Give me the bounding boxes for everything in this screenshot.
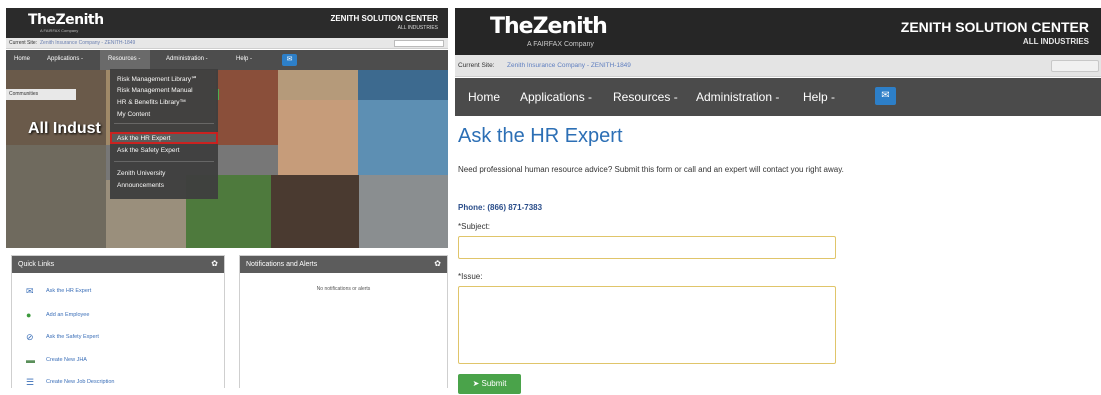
resources-dropdown: Risk Management Library℠ Risk Management… xyxy=(110,69,218,199)
gear-icon[interactable]: ✿ xyxy=(434,259,441,268)
photo-tile xyxy=(358,100,448,175)
current-site-link[interactable]: Zenith Insurance Company - ZENITH-1849 xyxy=(40,40,135,46)
person-icon: ● xyxy=(26,310,32,320)
communities-tag[interactable]: Communities xyxy=(6,89,76,100)
quick-links-title: Quick Links xyxy=(18,261,55,268)
photo-tile xyxy=(359,175,448,248)
jha-icon: ▬ xyxy=(26,355,35,365)
current-site-link[interactable]: Zenith Insurance Company - ZENITH-1849 xyxy=(507,62,631,69)
menu-item-zenith-university[interactable]: Zenith University xyxy=(117,170,165,177)
logo-subtitle: A FAIRFAX Company xyxy=(527,41,594,48)
notifications-empty-text: No notifications or alerts xyxy=(316,286,371,292)
zenith-logo[interactable]: TheZenith xyxy=(28,12,104,28)
right-screenshot: TheZenith A FAIRFAX Company ZENITH SOLUT… xyxy=(455,8,1101,395)
notifications-panel: Notifications and Alerts ✿ No notificati… xyxy=(239,255,448,388)
mail-icon[interactable]: ✉ xyxy=(282,54,297,66)
issue-label: *Issue: xyxy=(458,272,483,281)
solution-center-subtitle: ALL INDUSTRIES xyxy=(1022,37,1089,46)
phone-number: Phone: (866) 871-7383 xyxy=(458,203,543,212)
send-icon: ➤ xyxy=(472,379,482,388)
nav-administration[interactable]: Administration - xyxy=(166,56,208,62)
submit-button[interactable]: ➤ Submit xyxy=(458,374,521,394)
menu-item-announcements[interactable]: Announcements xyxy=(117,182,164,189)
mail-icon[interactable]: ✉ xyxy=(875,87,896,105)
safety-icon: ⊘ xyxy=(26,332,34,342)
current-site-bar: Current Site: Zenith Insurance Company -… xyxy=(455,55,1101,77)
photo-tile xyxy=(278,70,358,100)
subject-label: *Subject: xyxy=(458,222,491,231)
main-nav: Home Applications - Resources - Administ… xyxy=(455,78,1101,116)
nav-resources[interactable]: Resources - xyxy=(108,56,140,62)
left-screenshot: TheZenith A FAIRFAX Company ZENITH SOLUT… xyxy=(6,8,448,388)
menu-item-ask-hr-expert[interactable]: Ask the HR Expert xyxy=(117,135,170,142)
current-site-label: Current Site: xyxy=(458,62,495,69)
mail-icon: ✉ xyxy=(26,286,34,296)
photo-tile xyxy=(216,70,278,145)
nav-home[interactable]: Home xyxy=(14,56,30,62)
quick-links-panel: Quick Links ✿ ✉ Ask the HR Expert ● Add … xyxy=(11,255,225,388)
header-bar: TheZenith A FAIRFAX Company ZENITH SOLUT… xyxy=(6,8,448,38)
quick-link-label[interactable]: Ask the HR Expert xyxy=(46,288,91,294)
solution-center-subtitle: ALL INDUSTRIES xyxy=(397,25,438,31)
solution-center-title: ZENITH SOLUTION CENTER xyxy=(330,14,438,23)
photo-tile xyxy=(278,100,358,175)
header-bar: TheZenith A FAIRFAX Company ZENITH SOLUT… xyxy=(455,8,1101,55)
quick-links-header: Quick Links ✿ xyxy=(12,256,224,273)
menu-item-risk-library[interactable]: Risk Management Library℠ xyxy=(117,75,198,83)
quick-link-label[interactable]: Create New Job Description xyxy=(46,379,114,385)
logo-subtitle: A FAIRFAX Company xyxy=(40,28,79,33)
nav-administration[interactable]: Administration - xyxy=(696,90,779,104)
notifications-title: Notifications and Alerts xyxy=(246,261,318,268)
page-title: Ask the HR Expert xyxy=(458,125,623,147)
zenith-logo[interactable]: TheZenith xyxy=(490,14,608,39)
list-icon: ☰ xyxy=(26,377,35,387)
quick-link-label[interactable]: Ask the Safety Expert xyxy=(46,334,99,340)
nav-help[interactable]: Help - xyxy=(803,90,835,104)
site-search-input[interactable] xyxy=(394,40,444,47)
solution-center-title: ZENITH SOLUTION CENTER xyxy=(900,19,1089,35)
nav-help[interactable]: Help - xyxy=(236,56,252,62)
nav-home[interactable]: Home xyxy=(468,90,500,104)
main-nav: Home Applications - Resources - Administ… xyxy=(6,50,448,70)
subject-input[interactable] xyxy=(458,236,836,259)
menu-item-hr-library[interactable]: HR & Benefits Library™ xyxy=(117,99,186,106)
notifications-header: Notifications and Alerts ✿ xyxy=(240,256,447,273)
current-site-bar: Current Site: Zenith Insurance Company -… xyxy=(6,38,448,49)
quick-link-label[interactable]: Create New JHA xyxy=(46,357,87,363)
gear-icon[interactable]: ✿ xyxy=(211,259,218,268)
photo-tile xyxy=(271,175,359,248)
nav-resources[interactable]: Resources - xyxy=(613,90,678,104)
hero-heading: All Indust xyxy=(28,120,101,137)
menu-divider xyxy=(114,123,214,124)
nav-applications[interactable]: Applications - xyxy=(520,90,592,104)
nav-applications[interactable]: Applications - xyxy=(47,56,83,62)
menu-item-my-content[interactable]: My Content xyxy=(117,111,150,118)
photo-tile xyxy=(358,70,448,100)
site-search-input[interactable] xyxy=(1051,60,1099,72)
menu-item-ask-safety-expert[interactable]: Ask the Safety Expert xyxy=(117,147,180,154)
intro-text: Need professional human resource advice?… xyxy=(458,165,844,174)
submit-label: Submit xyxy=(481,379,507,388)
menu-item-risk-manual[interactable]: Risk Management Manual xyxy=(117,87,193,94)
photo-tile xyxy=(6,145,106,248)
issue-textarea[interactable] xyxy=(458,286,836,364)
current-site-label: Current Site: xyxy=(9,40,38,46)
hero-collage: Communities All Indust xyxy=(6,70,448,248)
menu-divider xyxy=(114,161,214,162)
quick-link-label[interactable]: Add an Employee xyxy=(46,312,89,318)
